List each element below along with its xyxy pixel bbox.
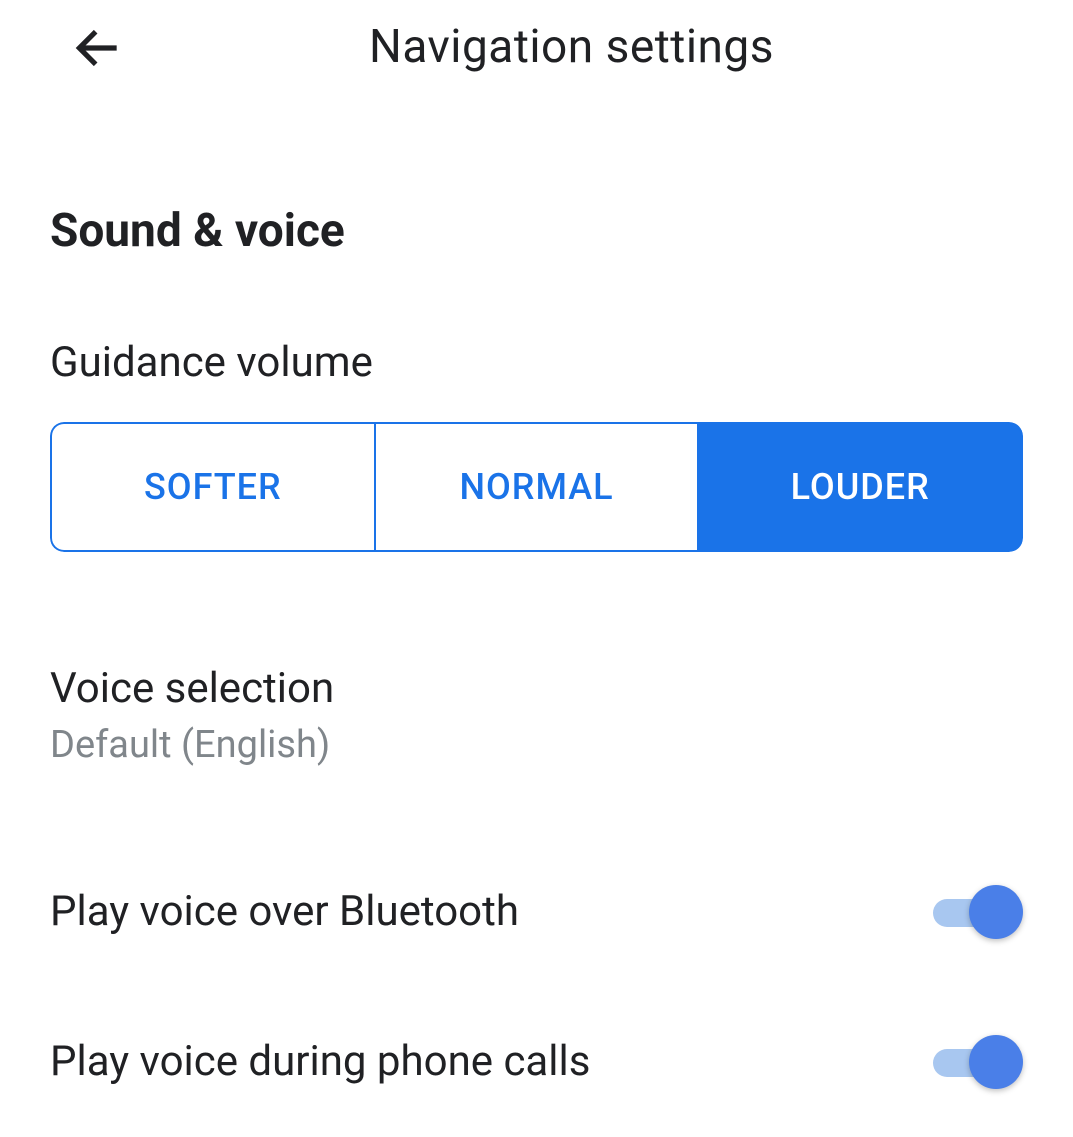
guidance-volume-selector: SOFTER NORMAL LOUDER: [50, 422, 1023, 552]
bluetooth-label: Play voice over Bluetooth: [50, 887, 519, 936]
phone-calls-toggle[interactable]: [933, 1032, 1023, 1092]
content: Sound & voice Guidance volume SOFTER NOR…: [0, 204, 1073, 1137]
voice-selection-item[interactable]: Voice selection Default (English): [50, 632, 1023, 797]
segment-softer[interactable]: SOFTER: [50, 422, 374, 552]
segment-normal[interactable]: NORMAL: [374, 422, 700, 552]
switch-thumb: [969, 885, 1023, 939]
section-heading-sound-voice: Sound & voice: [50, 204, 1023, 258]
segment-louder[interactable]: LOUDER: [699, 422, 1023, 552]
phone-calls-label: Play voice during phone calls: [50, 1037, 590, 1086]
guidance-volume-label: Guidance volume: [50, 338, 1023, 387]
page-title: Navigation settings: [70, 20, 1073, 74]
header: Navigation settings: [0, 0, 1073, 94]
bluetooth-toggle[interactable]: [933, 882, 1023, 942]
bluetooth-row[interactable]: Play voice over Bluetooth: [50, 837, 1023, 987]
voice-selection-title: Voice selection: [50, 662, 1023, 717]
phone-calls-row[interactable]: Play voice during phone calls: [50, 987, 1023, 1137]
switch-thumb: [969, 1035, 1023, 1089]
voice-selection-subtitle: Default (English): [50, 723, 1023, 767]
back-arrow-icon[interactable]: [70, 20, 126, 80]
